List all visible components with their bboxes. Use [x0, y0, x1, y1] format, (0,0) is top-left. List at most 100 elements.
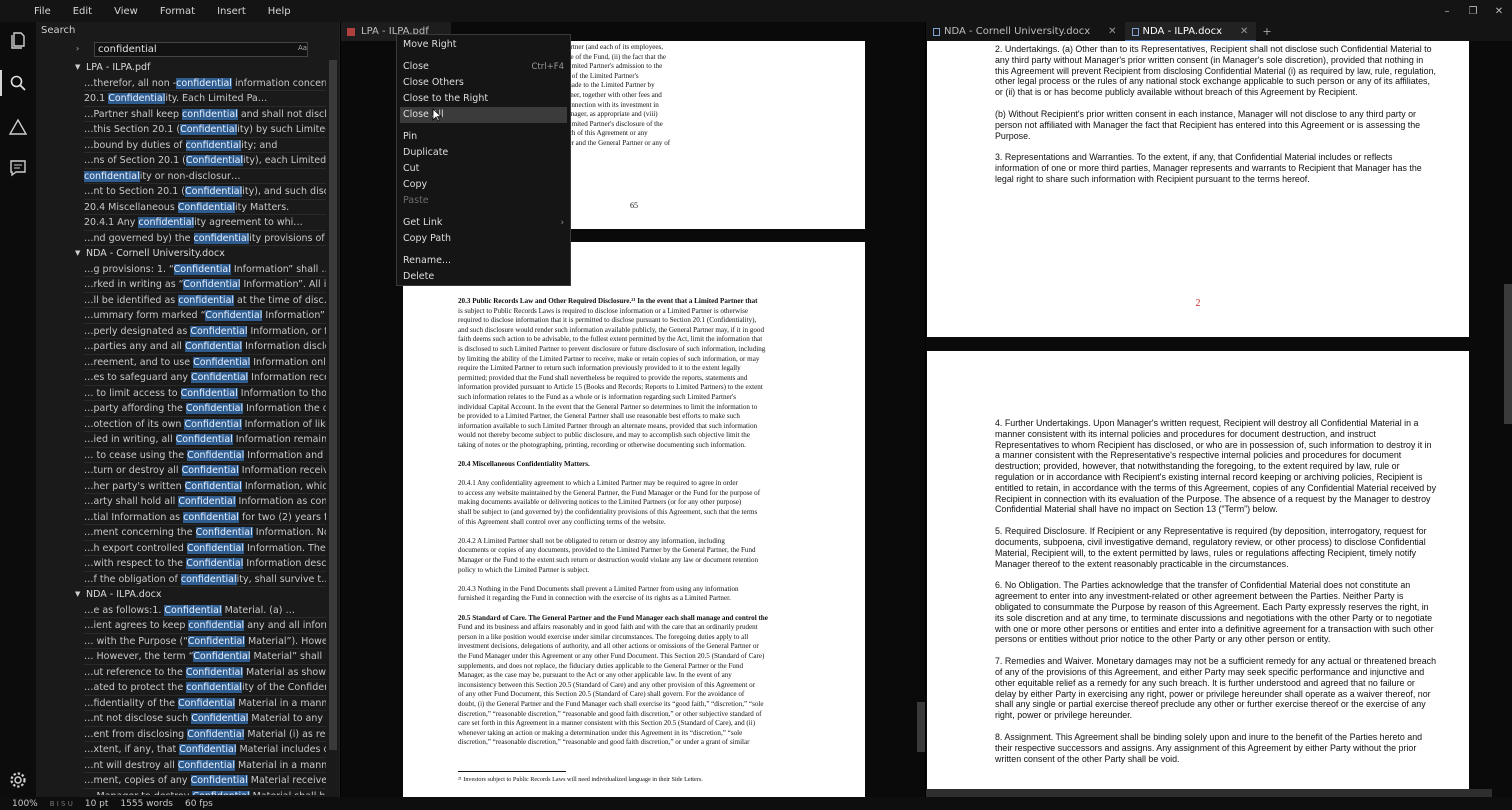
- search-match[interactable]: …ment, copies of any Confidential Materi…: [84, 773, 326, 789]
- search-match[interactable]: …otection of its own Confidential Inform…: [84, 417, 326, 432]
- menu-item-move-right[interactable]: Move Right: [397, 37, 570, 53]
- menu-format[interactable]: Format: [160, 6, 195, 17]
- sidebar-scrollbar[interactable]: [329, 60, 337, 750]
- search-match[interactable]: …nd governed by) the confidentiality pro…: [84, 231, 326, 246]
- search-icon[interactable]: [8, 73, 28, 93]
- menu-help[interactable]: Help: [268, 6, 291, 17]
- search-match[interactable]: …therefor, all non -confidential informa…: [84, 76, 326, 91]
- triangle-icon[interactable]: [8, 117, 28, 137]
- text-style-icons[interactable]: B I S U: [50, 800, 73, 808]
- search-match[interactable]: 20.1 Confidentiality. Each Limited Pa…: [84, 91, 326, 107]
- menu-item-cut[interactable]: Cut: [397, 161, 570, 177]
- search-match[interactable]: …ient agrees to keep confidential any an…: [84, 618, 326, 634]
- menu-insert[interactable]: Insert: [217, 6, 246, 17]
- menu-item-copy[interactable]: Copy: [397, 177, 570, 193]
- search-match[interactable]: …ut reference to the Confidential Materi…: [84, 665, 326, 680]
- search-match[interactable]: …nt not disclose such Confidential Mater…: [84, 711, 326, 727]
- search-match[interactable]: …ll be identified as confidential at the…: [84, 293, 326, 308]
- match-post: ity; and: [241, 139, 278, 151]
- add-tab-button[interactable]: +: [1256, 22, 1271, 41]
- search-match[interactable]: …turn or destroy all Confidential Inform…: [84, 463, 326, 479]
- menu-item-close-all[interactable]: Close All: [400, 107, 567, 123]
- search-match[interactable]: …xtent, if any, that Confidential Materi…: [84, 742, 326, 758]
- search-match[interactable]: …g provisions: 1. “Confidential Informat…: [84, 262, 326, 277]
- close-window-button[interactable]: ✕: [1486, 6, 1512, 17]
- comments-icon[interactable]: [8, 158, 28, 178]
- search-match[interactable]: … Manager to destroy Confidential Materi…: [84, 789, 326, 795]
- menu-item-get-link[interactable]: Get Link ›: [397, 215, 570, 231]
- search-match[interactable]: 20.4.1 Any confidentiality agreement to …: [84, 215, 326, 231]
- search-match[interactable]: …fidentiality of the Confidential Materi…: [84, 696, 326, 711]
- menu-item-copy-path[interactable]: Copy Path: [397, 231, 570, 247]
- search-match[interactable]: …with respect to the Confidential Inform…: [84, 556, 326, 572]
- search-match[interactable]: …h export controlled Confidential Inform…: [84, 541, 326, 556]
- search-match[interactable]: …parties any and all Confidential Inform…: [84, 339, 326, 355]
- search-match[interactable]: …nt to Section 20.1 (Confidentiality), a…: [84, 184, 326, 200]
- tab-nda-ilpa[interactable]: NDA - ILPA.docx ✕: [1124, 22, 1257, 41]
- menu-item-close-others[interactable]: Close Others: [397, 75, 570, 91]
- result-group-header[interactable]: ▼ NDA - ILPA.docx: [36, 587, 328, 603]
- search-match[interactable]: …tial Information as confidential for tw…: [84, 510, 326, 525]
- menu-item-rename[interactable]: Rename...: [397, 253, 570, 269]
- menu-file[interactable]: File: [34, 6, 51, 17]
- search-match[interactable]: …ied in writing, all Confidential Inform…: [84, 432, 326, 448]
- close-tab-icon[interactable]: ✕: [1108, 26, 1116, 37]
- tab-nda-cornell[interactable]: NDA - Cornell University.docx ✕: [926, 22, 1125, 41]
- match-case-button[interactable]: Aa: [298, 44, 307, 52]
- menu-item-pin[interactable]: Pin: [397, 129, 570, 145]
- pdf-scrollbar[interactable]: [917, 702, 925, 752]
- search-match[interactable]: …this Section 20.1 (Confidentiality) by …: [84, 122, 326, 138]
- search-match[interactable]: …arty shall hold all Confidential Inform…: [84, 494, 326, 510]
- menu-item-close[interactable]: Close Ctrl+F4: [397, 59, 570, 75]
- docx-scrollbar[interactable]: [1504, 284, 1512, 424]
- search-match[interactable]: …rked in writing as “Confidential Inform…: [84, 277, 326, 293]
- menu-view[interactable]: View: [114, 6, 138, 17]
- search-match[interactable]: confidentiality or non-disclosur…: [84, 169, 326, 184]
- pdf-text-line: individual Capital Account. In the event…: [458, 402, 758, 411]
- zoom-level[interactable]: 100%: [12, 799, 38, 809]
- search-match[interactable]: … to cease using the Confidential Inform…: [84, 448, 326, 463]
- collapse-caret-icon[interactable]: ▼: [75, 60, 80, 76]
- search-match[interactable]: …ent from disclosing Confidential Materi…: [84, 727, 326, 742]
- settings-gear-icon[interactable]: [8, 770, 28, 790]
- search-match[interactable]: …e as follows:1. Confidential Material. …: [84, 603, 326, 618]
- search-match[interactable]: …reement, and to use Confidential Inform…: [84, 355, 326, 370]
- search-match[interactable]: … However, the term “Confidential Materi…: [84, 649, 326, 665]
- search-match[interactable]: …f the obligation of confidentiality, sh…: [84, 572, 326, 587]
- search-match[interactable]: …perly designated as Confidential Inform…: [84, 324, 326, 339]
- search-match[interactable]: 20.4 Miscellaneous Confidentiality Matte…: [84, 200, 326, 215]
- menu-edit[interactable]: Edit: [73, 6, 92, 17]
- menu-item-close-to-the-right[interactable]: Close to the Right: [397, 91, 570, 107]
- font-size-indicator[interactable]: 10 pt: [85, 799, 109, 809]
- close-tab-icon[interactable]: ✕: [1240, 26, 1248, 37]
- collapse-caret-icon[interactable]: ▼: [75, 246, 80, 262]
- result-group-header[interactable]: ▼ LPA - ILPA.pdf: [36, 60, 328, 76]
- pdf-page-66: 20.3 Public Records Law and Other Requir…: [403, 242, 865, 802]
- search-match[interactable]: …party affording the Confidential Inform…: [84, 401, 326, 417]
- search-match[interactable]: …nt will destroy all Confidential Materi…: [84, 758, 326, 773]
- minimize-button[interactable]: –: [1434, 6, 1460, 17]
- search-match[interactable]: …her party's written Confidential Inform…: [84, 479, 326, 494]
- pdf-text-line: 20.4 Miscellaneous Confidentiality Matte…: [458, 460, 590, 469]
- docx-page-2: 2. Undertakings. (a) Other than to its R…: [927, 41, 1469, 337]
- search-match[interactable]: …bound by duties of confidentiality; and: [84, 138, 326, 153]
- search-match[interactable]: … with the Purpose (“Confidential Materi…: [84, 634, 326, 649]
- match-hl: confidential: [138, 217, 195, 228]
- search-match[interactable]: …Partner shall keep confidential and sha…: [84, 107, 326, 122]
- collapse-caret-icon[interactable]: ▼: [75, 587, 80, 603]
- search-match[interactable]: … to limit access to Confidential Inform…: [84, 386, 326, 401]
- search-match[interactable]: …ated to protect the confidentiality of …: [84, 680, 326, 696]
- search-match[interactable]: …es to safeguard any Confidential Inform…: [84, 370, 326, 386]
- search-match[interactable]: …ns of Section 20.1 (Confidentiality), e…: [84, 153, 326, 169]
- maximize-button[interactable]: ❐: [1460, 6, 1486, 17]
- result-group-header[interactable]: ▼ NDA - Cornell University.docx: [36, 246, 328, 262]
- search-input[interactable]: [94, 42, 308, 57]
- sidebar-title: Search: [41, 25, 76, 36]
- pdf-text-line: be provided to a Limited Partner, the Ge…: [458, 412, 740, 421]
- search-match[interactable]: …ummary form marked “Confidential Inform…: [84, 308, 326, 324]
- search-match[interactable]: …ment concerning the Confidential Inform…: [84, 525, 326, 541]
- menu-item-duplicate[interactable]: Duplicate: [397, 145, 570, 161]
- menu-item-delete[interactable]: Delete: [397, 269, 570, 285]
- replace-toggle-chevron-icon[interactable]: ›: [76, 44, 79, 53]
- docx-horizontal-scrollbar[interactable]: [926, 789, 1492, 797]
